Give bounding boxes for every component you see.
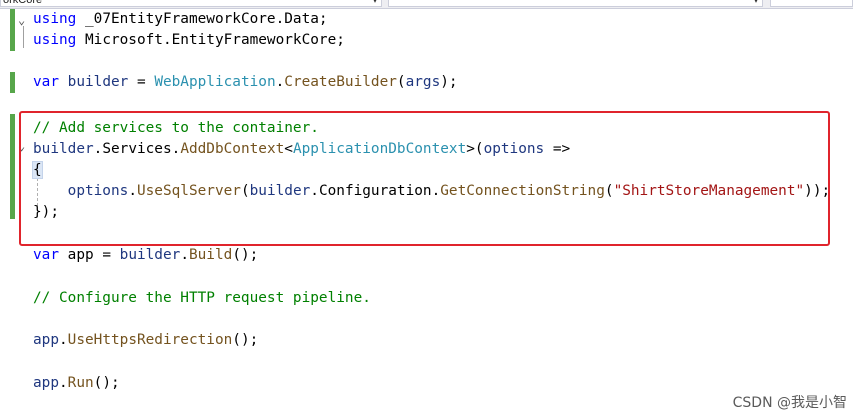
- class-name: WebApplication: [154, 74, 276, 90]
- punct: );: [440, 74, 458, 90]
- operator: =: [128, 74, 155, 90]
- member-dropdown[interactable]: [770, 0, 853, 7]
- method-name: Run: [67, 375, 94, 391]
- namespace: Microsoft.EntityFrameworkCore;: [76, 32, 345, 48]
- punct: .: [275, 74, 285, 90]
- punct: .: [180, 247, 189, 263]
- keyword-using: using: [33, 32, 77, 48]
- annotation-highlight-box: [19, 111, 830, 246]
- project-dropdown-label: orkCore: [3, 0, 43, 6]
- type-dropdown[interactable]: ▾: [388, 0, 763, 7]
- method-name: Build: [188, 247, 233, 263]
- punct: ();: [232, 247, 259, 263]
- namespace: _07EntityFrameworkCore.Data;: [76, 11, 328, 27]
- punct: ();: [93, 375, 120, 391]
- chevron-down-icon: ▾: [372, 0, 377, 5]
- keyword-using: using: [33, 11, 77, 27]
- fold-line: [23, 26, 24, 48]
- parameter: args: [405, 74, 441, 90]
- chevron-down-icon: ▾: [753, 0, 758, 5]
- code-line-14: // Configure the HTTP request pipeline.: [33, 288, 371, 309]
- variable: app: [33, 332, 59, 348]
- method-name: CreateBuilder: [284, 74, 397, 90]
- variable: builder: [59, 74, 129, 90]
- project-dropdown[interactable]: orkCore ▾: [0, 0, 382, 7]
- punct: .: [59, 332, 68, 348]
- watermark: CSDN @我是小智: [732, 395, 847, 411]
- variable: app =: [59, 247, 120, 263]
- variable: app: [33, 375, 59, 391]
- keyword-var: var: [33, 247, 59, 263]
- code-line-4: var builder = WebApplication.CreateBuild…: [33, 72, 458, 93]
- change-bar: [10, 72, 15, 93]
- keyword-var: var: [33, 74, 59, 90]
- punct: .: [59, 375, 68, 391]
- code-line-16: app.UseHttpsRedirection();: [33, 330, 258, 351]
- comment: // Configure the HTTP request pipeline.: [33, 290, 371, 306]
- code-editor[interactable]: ⌄ ⌄ using _07EntityFrameworkCore.Data; u…: [0, 9, 853, 418]
- code-line-12: var app = builder.Build();: [33, 245, 258, 266]
- punct: ();: [232, 332, 259, 348]
- code-line-1: using _07EntityFrameworkCore.Data;: [33, 9, 328, 30]
- code-line-18: app.Run();: [33, 373, 120, 394]
- change-bar: [10, 9, 15, 51]
- method-name: UseHttpsRedirection: [67, 332, 233, 348]
- code-line-2: using Microsoft.EntityFrameworkCore;: [33, 30, 345, 51]
- punct: (: [396, 74, 406, 90]
- chevron-down-icon[interactable]: ⌄: [18, 13, 25, 27]
- variable: builder: [119, 247, 181, 263]
- navigation-bar: orkCore ▾ ▾: [0, 0, 853, 9]
- change-bar: [10, 114, 15, 219]
